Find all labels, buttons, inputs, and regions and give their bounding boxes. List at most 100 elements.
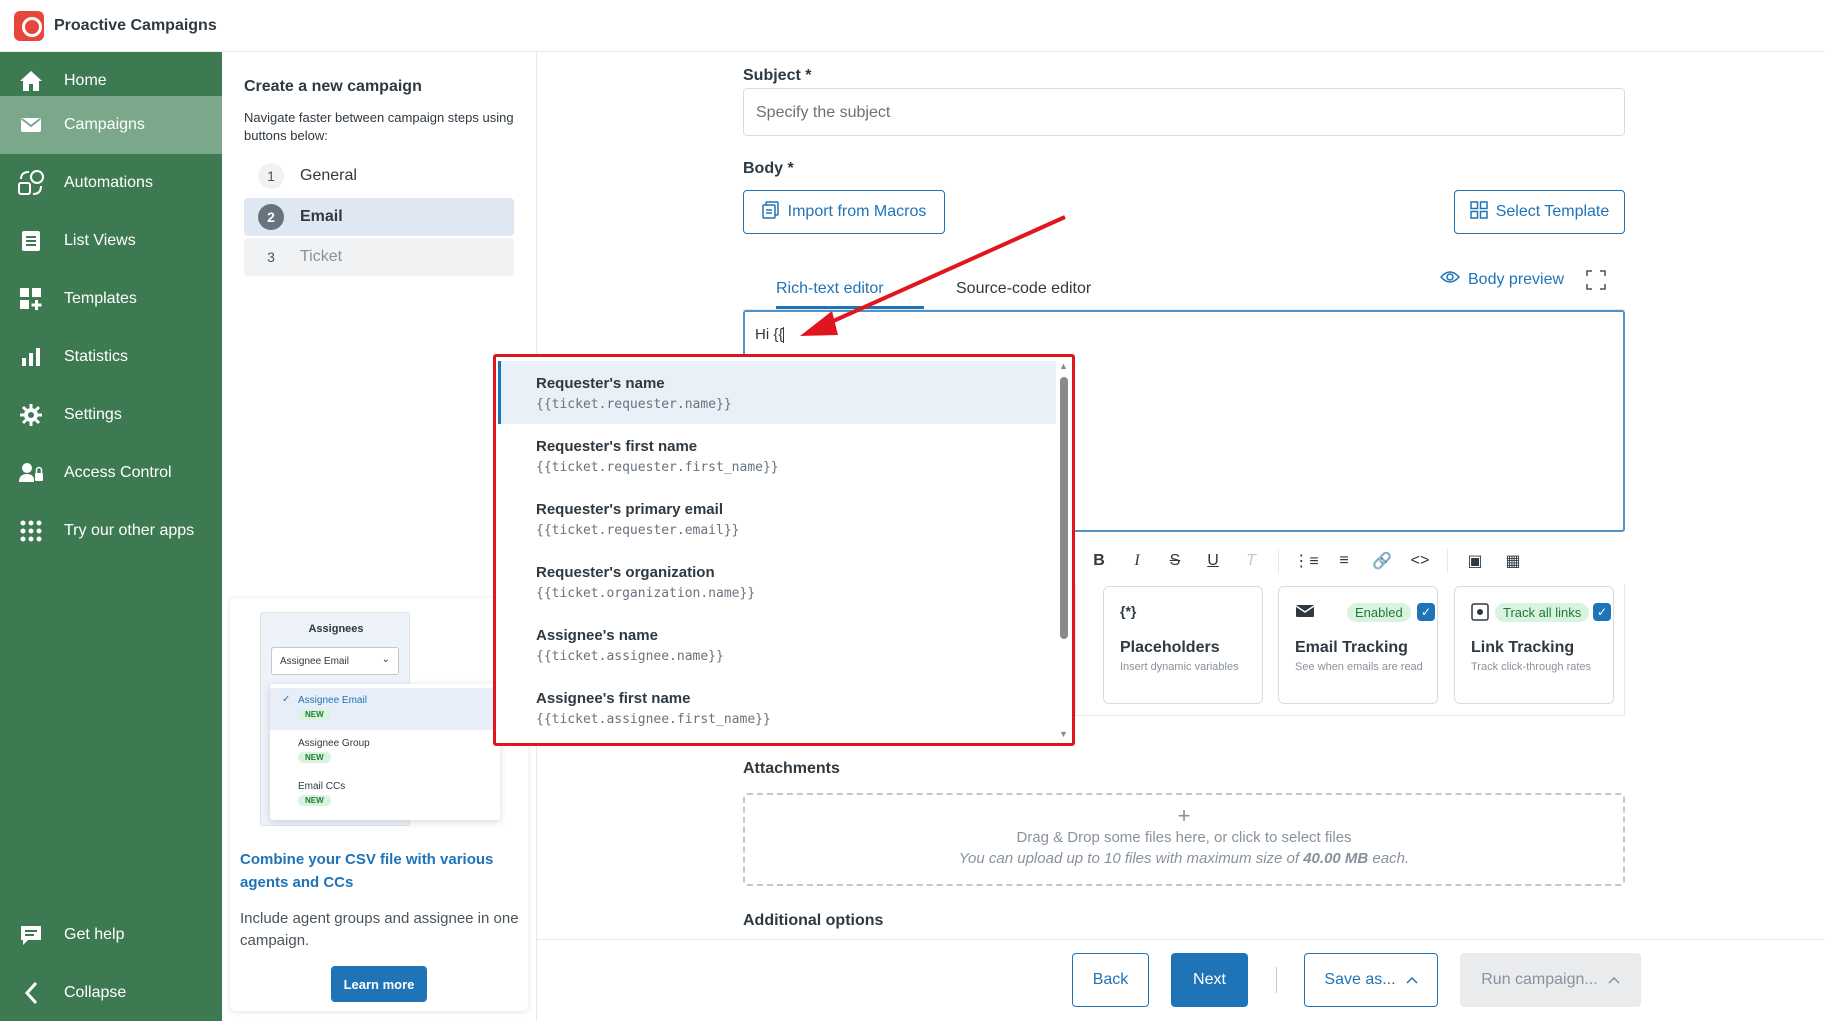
autocomplete-item[interactable]: Assignee's name {{ticket.assignee.name}} (498, 613, 1056, 676)
grid-template-icon (1469, 200, 1488, 224)
attachments-dropzone[interactable]: + Drag & Drop some files here, or click … (743, 793, 1625, 886)
gear-icon (16, 404, 46, 426)
feature-title: Link Tracking (1471, 639, 1575, 656)
sidebar-item-statistics[interactable]: Statistics (0, 328, 222, 386)
code-icon[interactable]: <> (1401, 552, 1439, 570)
image-icon[interactable]: ▣ (1456, 551, 1494, 571)
autocomplete-code: {{ticket.requester.first_name}} (536, 460, 779, 475)
underline-icon[interactable]: U (1194, 552, 1232, 570)
autocomplete-item[interactable]: Requester's primary email {{ticket.reque… (498, 487, 1056, 550)
autocomplete-name: Requester's name (536, 375, 665, 392)
text-cursor (783, 327, 785, 344)
bar-chart-icon (16, 347, 46, 367)
chevron-up-icon (1406, 971, 1418, 989)
plus-icon: + (1177, 803, 1191, 828)
steps-title: Create a new campaign (244, 78, 422, 95)
sidebar-item-access-control[interactable]: Access Control (0, 444, 222, 502)
sidebar-item-templates[interactable]: Templates (0, 270, 222, 328)
import-icon (761, 200, 780, 224)
tab-source-code[interactable]: Source-code editor (956, 280, 1091, 298)
sidebar-item-collapse[interactable]: Collapse (0, 964, 222, 1022)
app-logo-icon (14, 10, 44, 41)
sidebar-item-label: Try our other apps (64, 522, 195, 539)
link-tracking-card[interactable]: Track all links ✓ Link Tracking Track cl… (1454, 586, 1614, 704)
autocomplete-name: Assignee's name (536, 627, 658, 644)
sidebar-item-label: Home (64, 72, 107, 89)
scroll-up-icon[interactable]: ▲ (1059, 361, 1068, 371)
link-tracking-checkbox[interactable]: ✓ (1593, 603, 1611, 621)
next-button[interactable]: Next (1171, 953, 1248, 1007)
envelope-icon (16, 116, 46, 134)
scrollbar-thumb[interactable] (1060, 377, 1068, 639)
sidebar-item-list-views[interactable]: List Views (0, 212, 222, 270)
autocomplete-item[interactable]: Assignee's first name {{ticket.assignee.… (498, 676, 1056, 739)
chevron-down-icon: ⌄ (381, 654, 390, 665)
step-ticket[interactable]: 3 Ticket (244, 238, 514, 276)
sidebar-item-other-apps[interactable]: Try our other apps (0, 502, 222, 560)
promo-heading[interactable]: Combine your CSV file with various agent… (240, 848, 520, 894)
additional-options-label: Additional options (743, 912, 884, 929)
strikethrough-icon[interactable]: S (1156, 552, 1194, 570)
mini-option-label: Assignee Email (298, 695, 367, 706)
back-button[interactable]: Back (1072, 953, 1149, 1007)
toolbar-divider (1447, 549, 1448, 573)
bullet-list-icon[interactable]: ⋮≡ (1287, 551, 1325, 571)
subject-label: Subject * (743, 67, 812, 84)
sidebar-item-label: Automations (64, 174, 153, 191)
sidebar-item-get-help[interactable]: Get help (0, 906, 222, 964)
body-preview-button[interactable]: Body preview (1439, 270, 1564, 289)
hint-size: 40.00 MB (1303, 850, 1369, 867)
step-label: General (300, 167, 357, 184)
save-as-button[interactable]: Save as... (1304, 953, 1438, 1007)
automation-icon (16, 169, 46, 197)
italic-icon[interactable]: I (1118, 552, 1156, 570)
step-email[interactable]: 2 Email (244, 198, 514, 236)
select-template-label: Select Template (1495, 203, 1610, 220)
feature-desc: Track click-through rates (1471, 661, 1592, 673)
autocomplete-item[interactable]: Requester's name {{ticket.requester.name… (498, 361, 1056, 424)
link-icon[interactable]: 🔗 (1363, 551, 1401, 571)
sidebar-item-label: Statistics (64, 348, 129, 365)
autocomplete-item[interactable]: Requester's first name {{ticket.requeste… (498, 424, 1056, 487)
autocomplete-code: {{ticket.requester.name}} (536, 397, 732, 412)
mini-panel-title: Assignees (308, 623, 364, 635)
eye-icon (1439, 270, 1461, 289)
email-tracking-card[interactable]: Enabled ✓ Email Tracking See when emails… (1278, 586, 1438, 704)
subject-input[interactable]: Specify the subject (743, 88, 1625, 136)
editor-text: Hi {{ (755, 326, 784, 343)
tab-rich-text[interactable]: Rich-text editor (776, 280, 924, 309)
select-template-button[interactable]: Select Template (1454, 190, 1625, 234)
top-bar: Proactive Campaigns (0, 0, 1825, 52)
clear-format-icon[interactable]: T (1232, 552, 1270, 570)
import-macros-label: Import from Macros (787, 203, 927, 220)
fullscreen-icon[interactable] (1586, 270, 1606, 295)
autocomplete-item[interactable]: Requester's organization {{ticket.organi… (498, 550, 1056, 613)
import-macros-button[interactable]: Import from Macros (743, 190, 945, 234)
learn-more-button[interactable]: Learn more (331, 966, 427, 1002)
scroll-down-icon[interactable]: ▼ (1059, 729, 1068, 739)
run-campaign-button[interactable]: Run campaign... (1460, 953, 1641, 1007)
sidebar-item-automations[interactable]: Automations (0, 154, 222, 212)
footer-divider (1276, 967, 1277, 993)
table-icon[interactable]: ▦ (1494, 551, 1532, 571)
hint-prefix: You can upload up to 10 files with maxim… (958, 850, 1304, 867)
sidebar-item-label: Settings (64, 406, 122, 423)
toolbar-divider (1278, 549, 1279, 573)
step-general[interactable]: 1 General (244, 157, 514, 195)
attachments-label: Attachments (743, 760, 840, 777)
promo-card: Assignees Assignee Email ⌄ ✓ Assignee Em… (230, 598, 528, 1011)
placeholders-card[interactable]: {*} Placeholders Insert dynamic variable… (1103, 586, 1263, 704)
dropzone-text: Drag & Drop some files here, or click to… (1016, 829, 1352, 846)
bold-icon[interactable]: B (1080, 552, 1118, 570)
sidebar-item-settings[interactable]: Settings (0, 386, 222, 444)
mini-select: Assignee Email ⌄ (271, 647, 399, 675)
promo-text: Include agent groups and assignee in one… (240, 910, 519, 949)
chevron-up-icon (1608, 971, 1620, 989)
email-tracking-checkbox[interactable]: ✓ (1417, 603, 1435, 621)
enabled-pill: Enabled (1347, 603, 1411, 622)
sidebar-item-campaigns[interactable]: Campaigns (0, 96, 222, 154)
list-icon (16, 230, 46, 252)
autocomplete-code: {{ticket.assignee.first_name}} (536, 712, 771, 727)
step-number: 3 (258, 244, 284, 270)
numbered-list-icon[interactable]: ≡ (1325, 552, 1363, 570)
